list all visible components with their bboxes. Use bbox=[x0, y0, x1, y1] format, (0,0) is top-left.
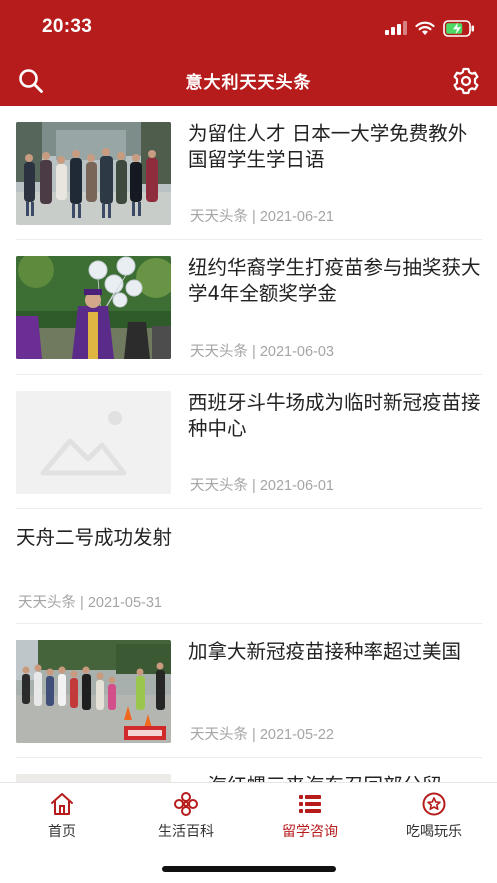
status-bar: 20:33 bbox=[0, 0, 497, 56]
news-item[interactable]: 西班牙斗牛场成为临时新冠疫苗接种中心 天天头条 | 2021-06-01 bbox=[16, 375, 482, 509]
news-title: 西班牙斗牛场成为临时新冠疫苗接种中心 bbox=[188, 391, 481, 440]
news-meta: 天天头条 | 2021-06-03 bbox=[190, 344, 334, 360]
partial-photo bbox=[16, 774, 171, 782]
news-title: 一海红螺三来海东召回部分留 bbox=[188, 773, 482, 782]
news-thumbnail bbox=[16, 640, 171, 743]
battery-charging-icon bbox=[443, 19, 474, 37]
wifi-icon bbox=[415, 21, 435, 35]
tab-label: 留学咨询 bbox=[282, 824, 338, 840]
news-meta: 天天头条 | 2021-06-21 bbox=[190, 209, 334, 225]
tab-study-abroad[interactable]: 留学咨询 bbox=[248, 791, 372, 851]
status-icons bbox=[385, 17, 475, 39]
news-meta: 天天头条 | 2021-06-01 bbox=[190, 478, 334, 494]
page-title: 意大利天天头条 bbox=[185, 73, 312, 93]
tab-life-encyclopedia[interactable]: 生活百科 bbox=[124, 791, 248, 851]
students-walking-photo bbox=[16, 122, 171, 225]
news-item[interactable]: 天舟二号成功发射 天天头条 | 2021-05-31 bbox=[16, 509, 482, 624]
tab-label: 生活百科 bbox=[158, 824, 214, 840]
news-thumbnail bbox=[16, 256, 171, 359]
home-indicator[interactable] bbox=[162, 866, 336, 872]
star-badge-icon bbox=[422, 792, 446, 816]
tab-home[interactable]: 首页 bbox=[0, 791, 124, 851]
news-item[interactable]: 一海红螺三来海东召回部分留 bbox=[16, 758, 482, 782]
news-feed[interactable]: 为留住人才 日本一大学免费教外国留学生学日语 天天头条 | 2021-06-21 bbox=[0, 106, 497, 782]
status-time: 20:33 bbox=[42, 16, 93, 37]
news-title: 纽约华裔学生打疫苗参与抽奖获大学4年全额奖学金 bbox=[188, 256, 481, 305]
news-title: 天舟二号成功发射 bbox=[16, 526, 173, 549]
list-icon bbox=[299, 795, 321, 813]
news-thumbnail bbox=[16, 391, 171, 494]
news-thumbnail bbox=[16, 122, 171, 225]
graduate-balloons-photo bbox=[16, 256, 171, 359]
tab-label: 吃喝玩乐 bbox=[406, 824, 462, 840]
news-title: 加拿大新冠疫苗接种率超过美国 bbox=[188, 640, 462, 663]
news-item[interactable]: 纽约华裔学生打疫苗参与抽奖获大学4年全额奖学金 天天头条 | 2021-06-0… bbox=[16, 240, 482, 375]
gear-icon[interactable] bbox=[451, 66, 481, 96]
news-title: 为留住人才 日本一大学免费教外国留学生学日语 bbox=[188, 122, 468, 171]
vaccine-queue-photo bbox=[16, 640, 171, 743]
flower-icon bbox=[174, 792, 198, 816]
cellular-signal-icon bbox=[385, 21, 407, 35]
news-item[interactable]: 为留住人才 日本一大学免费教外国留学生学日语 天天头条 | 2021-06-21 bbox=[16, 106, 482, 240]
tab-food-fun[interactable]: 吃喝玩乐 bbox=[372, 791, 496, 851]
tab-label: 首页 bbox=[48, 824, 76, 840]
news-item[interactable]: 加拿大新冠疫苗接种率超过美国 天天头条 | 2021-05-22 bbox=[16, 624, 482, 758]
nav-bar: 意大利天天头条 bbox=[0, 56, 497, 106]
image-placeholder-icon bbox=[16, 391, 171, 494]
news-thumbnail bbox=[16, 774, 171, 782]
news-meta: 天天头条 | 2021-05-22 bbox=[190, 727, 334, 743]
home-icon bbox=[51, 793, 73, 815]
news-meta: 天天头条 | 2021-05-31 bbox=[18, 595, 162, 611]
